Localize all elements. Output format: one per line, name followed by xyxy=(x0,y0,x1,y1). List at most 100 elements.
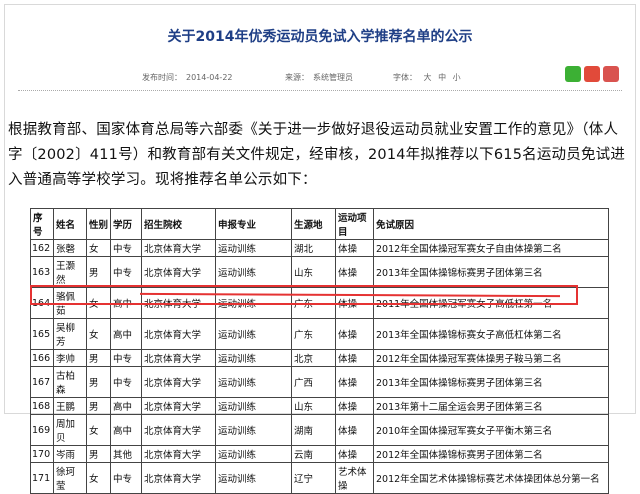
cell-school: 北京体育大学 xyxy=(141,397,216,415)
cell-sport: 体操 xyxy=(335,445,374,463)
header-origin: 生源地 xyxy=(291,208,336,240)
cell-education: 中专 xyxy=(110,256,142,288)
cell-index: 162 xyxy=(30,239,54,257)
cell-major: 运动训练 xyxy=(215,445,292,463)
cell-gender: 女 xyxy=(86,318,111,350)
cell-reason: 2013年全国体操锦标赛女子高低杠体第二名 xyxy=(373,318,609,350)
cell-reason: 2013年全国体操锦标赛男子团体第三名 xyxy=(373,256,609,288)
cell-major: 运动训练 xyxy=(215,349,292,367)
cell-school: 北京体育大学 xyxy=(141,366,216,398)
cell-school: 北京体育大学 xyxy=(141,318,216,350)
cell-origin: 湖北 xyxy=(291,239,336,257)
header-sport: 运动项目 xyxy=(335,208,374,240)
cell-origin: 山东 xyxy=(291,256,336,288)
cell-major: 运动训练 xyxy=(215,239,292,257)
table-header-row: 序号 姓名 性别 学历 招生院校 申报专业 生源地 运动项目 免试原因 xyxy=(30,208,609,240)
header-gender: 性别 xyxy=(86,208,111,240)
cell-name: 岑雨 xyxy=(53,445,87,463)
cell-education: 中专 xyxy=(110,366,142,398)
table-row: 166 李帅男中专 北京体育大学 运动训练 北京 体操 2012年全国体操冠军赛体操男子鞍马… xyxy=(30,349,609,367)
cell-education: 中专 xyxy=(110,349,142,367)
cell-index: 166 xyxy=(30,349,54,367)
cell-origin: 山东 xyxy=(291,397,336,415)
wechat-icon[interactable] xyxy=(565,66,581,82)
cell-reason: 2010年全国体操冠军赛女子平衡木第三名 xyxy=(373,414,609,446)
font-small[interactable]: 小 xyxy=(453,73,461,82)
table-row: 165 吴柳芳女高中 北京体育大学 运动训练 广东 体操 2013年全国体操锦标赛女子高低杠… xyxy=(30,318,609,350)
cell-name: 古柏森 xyxy=(53,366,87,398)
cell-reason: 2012年全国体操锦标赛男子团体第二名 xyxy=(373,445,609,463)
cell-major: 运动训练 xyxy=(215,462,292,494)
table-row: 167 古柏森男中专 北京体育大学 运动训练 广西 体操 2013年全国体操锦标赛男子团体第… xyxy=(30,366,609,398)
cell-gender: 女 xyxy=(86,239,111,257)
cell-education: 中专 xyxy=(110,239,142,257)
header-education: 学历 xyxy=(110,208,142,240)
cell-index: 169 xyxy=(30,414,54,446)
cell-origin: 辽宁 xyxy=(291,462,336,494)
source: 来源： 系统管理员 xyxy=(285,72,357,83)
publish-value: 2014-04-22 xyxy=(186,73,233,82)
cell-sport: 体操 xyxy=(335,239,374,257)
cell-name: 王鹏 xyxy=(53,397,87,415)
cell-origin: 湖南 xyxy=(291,414,336,446)
cell-school: 北京体育大学 xyxy=(141,445,216,463)
cell-reason: 2012年全国艺术体操锦标赛艺术体操团体总分第一名 xyxy=(373,462,609,494)
publish-date: 发布时间： 2014-04-22 xyxy=(142,72,237,83)
cell-name: 吴柳芳 xyxy=(53,318,87,350)
cell-name: 王灏然 xyxy=(53,256,87,288)
cell-gender: 女 xyxy=(86,414,111,446)
table-row: 169 周加贝女高中 北京体育大学 运动训练 湖南 体操 2010年全国体操冠军赛女子平衡木… xyxy=(30,414,609,446)
font-medium[interactable]: 中 xyxy=(438,73,446,82)
table-row: 171 徐珂莹女中专 北京体育大学 运动训练 辽宁 艺术体操 2012年全国艺术体操锦标赛艺… xyxy=(30,462,609,494)
cell-major: 运动训练 xyxy=(215,318,292,350)
source-label: 来源： xyxy=(285,73,309,82)
header-index: 序号 xyxy=(30,208,54,240)
cell-education: 高中 xyxy=(110,397,142,415)
cell-origin: 云南 xyxy=(291,445,336,463)
cell-gender: 男 xyxy=(86,349,111,367)
cell-education: 中专 xyxy=(110,462,142,494)
share-more-icon[interactable] xyxy=(603,66,619,82)
cell-school: 北京体育大学 xyxy=(141,462,216,494)
font-large[interactable]: 大 xyxy=(424,73,432,82)
cell-education: 高中 xyxy=(110,318,142,350)
cell-school: 北京体育大学 xyxy=(141,239,216,257)
cell-gender: 男 xyxy=(86,397,111,415)
weibo-icon[interactable] xyxy=(584,66,600,82)
cell-reason: 2012年全国体操冠军赛体操男子鞍马第二名 xyxy=(373,349,609,367)
cell-sport: 体操 xyxy=(335,318,374,350)
cell-major: 运动训练 xyxy=(215,256,292,288)
cell-index: 165 xyxy=(30,318,54,350)
header-major: 申报专业 xyxy=(215,208,292,240)
cell-index: 168 xyxy=(30,397,54,415)
font-size-options: 字体： 大 中 小 xyxy=(393,72,465,83)
cell-sport: 艺术体操 xyxy=(335,462,374,494)
cell-name: 徐珂莹 xyxy=(53,462,87,494)
cell-education: 其他 xyxy=(110,445,142,463)
cell-sport: 体操 xyxy=(335,256,374,288)
cell-origin: 北京 xyxy=(291,349,336,367)
cell-origin: 广东 xyxy=(291,318,336,350)
cell-sport: 体操 xyxy=(335,366,374,398)
cell-major: 运动训练 xyxy=(215,366,292,398)
recommendation-table: 序号 姓名 性别 学历 招生院校 申报专业 生源地 运动项目 免试原因 162 张… xyxy=(30,208,609,494)
cell-gender: 男 xyxy=(86,256,111,288)
header-school: 招生院校 xyxy=(141,208,216,240)
cell-index: 171 xyxy=(30,462,54,494)
cell-index: 170 xyxy=(30,445,54,463)
table-row: 163 王灏然男中专 北京体育大学 运动训练 山东 体操 2013年全国体操锦标赛男子团体第… xyxy=(30,256,609,288)
cell-index: 163 xyxy=(30,256,54,288)
cell-reason: 2012年全国体操冠军赛女子自由体操第二名 xyxy=(373,239,609,257)
source-value: 系统管理员 xyxy=(313,73,353,82)
table-row: 168 王鹏男高中 北京体育大学 运动训练 山东 体操 2013年第十二届全运会男子团体第三… xyxy=(30,397,609,415)
cell-name: 周加贝 xyxy=(53,414,87,446)
cell-name: 张磬 xyxy=(53,239,87,257)
cell-school: 北京体育大学 xyxy=(141,349,216,367)
publish-label: 发布时间： xyxy=(142,73,182,82)
cell-sport: 体操 xyxy=(335,397,374,415)
cell-education: 高中 xyxy=(110,414,142,446)
cell-major: 运动训练 xyxy=(215,397,292,415)
cell-gender: 男 xyxy=(86,445,111,463)
share-buttons xyxy=(565,66,619,82)
cell-sport: 体操 xyxy=(335,349,374,367)
